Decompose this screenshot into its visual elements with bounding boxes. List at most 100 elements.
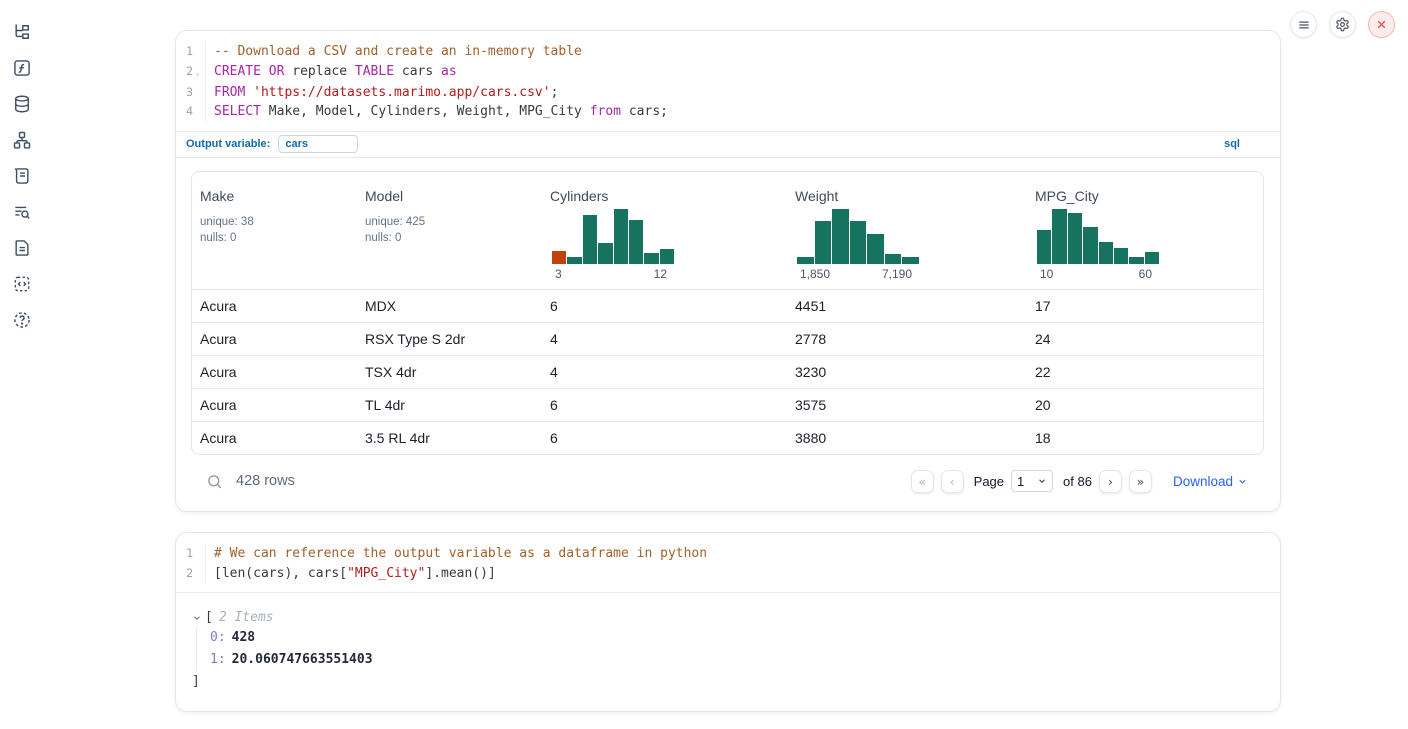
histogram-bar [1129, 257, 1143, 264]
nulls-stat: nulls: 0 [365, 230, 532, 247]
column-header-model[interactable]: Model unique: 425nulls: 0 [357, 172, 542, 289]
code-line: 2 [len(cars), cars["MPG_City"].mean()] [176, 564, 1280, 584]
fold-chevron-icon[interactable]: ⌄ [193, 62, 202, 83]
scroll-logs-icon[interactable] [12, 166, 32, 186]
histogram-bar [644, 253, 658, 264]
column-header-weight[interactable]: Weight 1,8507,190 [787, 172, 1027, 289]
help-circle-icon[interactable] [12, 310, 32, 330]
hist-max-label: 60 [1139, 267, 1152, 281]
column-header-make[interactable]: Make unique: 38nulls: 0 [192, 172, 357, 289]
first-page-button[interactable]: « [911, 470, 934, 493]
item-value: 428 [226, 630, 255, 645]
histogram-bar [1052, 209, 1066, 264]
of-pages-label: of 86 [1063, 474, 1092, 489]
code-line: 1 -- Download a CSV and create an in-mem… [176, 42, 1280, 62]
cylinders-histogram[interactable] [552, 209, 674, 264]
table-header-row: Make unique: 38nulls: 0 Model unique: 42… [192, 172, 1263, 289]
sql-result-table-output: Make unique: 38nulls: 0 Model unique: 42… [176, 158, 1280, 493]
weight-histogram[interactable] [797, 209, 919, 264]
histogram-bar [1068, 213, 1082, 264]
file-tree-icon[interactable] [12, 22, 32, 42]
function-square-icon[interactable] [12, 58, 32, 78]
pagination: « ‹ Page 1 of 86 › » Download [911, 470, 1248, 493]
settings-gear-button[interactable] [1329, 11, 1356, 38]
menu-button[interactable] [1290, 11, 1317, 38]
python-output-tree: [ 2 Items 0:428 1:20.060747663551403 ] [176, 593, 1280, 692]
column-header-cylinders[interactable]: Cylinders 312 [542, 172, 787, 289]
tree-item: 1:20.060747663551403 [210, 649, 1264, 671]
chevron-down-icon [1237, 476, 1248, 487]
hist-max-label: 12 [654, 267, 667, 281]
code-line: 3 FROM 'https://datasets.marimo.app/cars… [176, 83, 1280, 103]
open-bracket: [ [205, 610, 213, 625]
search-icon[interactable] [206, 473, 223, 490]
page-select[interactable]: 1 [1011, 470, 1053, 492]
table-row[interactable]: AcuraTL 4dr6357520 [192, 388, 1263, 421]
column-header-mpg-city[interactable]: MPG_City 1060 [1027, 172, 1263, 289]
database-icon[interactable] [12, 94, 32, 114]
items-count-label: 2 Items [213, 610, 274, 625]
prev-page-button[interactable]: ‹ [941, 470, 964, 493]
histogram-bar [797, 257, 814, 264]
histogram-bar [1099, 242, 1113, 264]
hist-min-label: 10 [1040, 267, 1053, 281]
histogram-bar [1145, 252, 1159, 264]
list-search-icon[interactable] [12, 202, 32, 222]
hist-min-label: 3 [555, 267, 562, 281]
histogram-bar [850, 221, 867, 264]
hist-max-label: 7,190 [882, 267, 912, 281]
chevron-down-icon [1037, 474, 1047, 489]
table-row[interactable]: AcuraTSX 4dr4323022 [192, 355, 1263, 388]
histogram-bar [552, 251, 566, 264]
histogram-bar [902, 257, 919, 264]
histogram-bar [567, 257, 581, 264]
download-button[interactable]: Download [1173, 474, 1248, 489]
hist-min-label: 1,850 [800, 267, 830, 281]
mpg-city-histogram[interactable] [1037, 209, 1159, 264]
item-key: 1: [210, 652, 226, 667]
tree-item: 0:428 [210, 627, 1264, 649]
histogram-bar [614, 209, 628, 264]
next-page-button[interactable]: › [1099, 470, 1122, 493]
code-line: 4 SELECT Make, Model, Cylinders, Weight,… [176, 102, 1280, 122]
unique-stat: unique: 38 [200, 214, 347, 231]
histogram-bar [583, 215, 597, 263]
output-variable-input[interactable] [278, 135, 358, 153]
tree-items: 0:428 1:20.060747663551403 [196, 627, 1264, 671]
item-key: 0: [210, 630, 226, 645]
python-cell: 1 # We can reference the output variable… [175, 532, 1281, 712]
python-code-editor[interactable]: 1 # We can reference the output variable… [176, 533, 1280, 592]
histogram-bar [832, 209, 849, 264]
histogram-bar [815, 221, 832, 264]
code-snippet-icon[interactable] [12, 274, 32, 294]
histogram-bar [1083, 227, 1097, 264]
sql-cell: 1 -- Download a CSV and create an in-mem… [175, 30, 1281, 512]
nulls-stat: nulls: 0 [200, 230, 347, 247]
table-footer: 428 rows « ‹ Page 1 of 86 › » Download [191, 455, 1264, 493]
sql-code-editor[interactable]: 1 -- Download a CSV and create an in-mem… [176, 31, 1280, 131]
table-row[interactable]: Acura3.5 RL 4dr6388018 [192, 421, 1263, 454]
document-icon[interactable] [12, 238, 32, 258]
left-sidebar [0, 0, 44, 729]
histogram-bar [885, 254, 902, 264]
row-count: 428 rows [236, 473, 295, 489]
shutdown-close-button[interactable] [1368, 11, 1395, 38]
histogram-bar [629, 220, 643, 264]
histogram-bar [598, 243, 612, 264]
output-variable-bar: Output variable: sql [176, 131, 1280, 158]
language-badge[interactable]: sql [1224, 138, 1240, 150]
histogram-bar [1037, 230, 1051, 264]
output-variable-label: Output variable: [186, 138, 270, 150]
window-controls [1290, 11, 1395, 38]
last-page-button[interactable]: » [1129, 470, 1152, 493]
close-bracket: ] [192, 671, 1264, 692]
tree-root: [ 2 Items [192, 610, 1264, 625]
dependency-graph-icon[interactable] [12, 130, 32, 150]
code-line: 1 # We can reference the output variable… [176, 544, 1280, 564]
collapse-chevron-icon[interactable] [192, 613, 202, 623]
table-row[interactable]: AcuraRSX Type S 2dr4277824 [192, 322, 1263, 355]
table-row[interactable]: AcuraMDX6445117 [192, 289, 1263, 322]
item-value: 20.060747663551403 [226, 652, 373, 667]
code-line: 2⌄ CREATE OR replace TABLE cars as [176, 62, 1280, 83]
histogram-bar [660, 249, 674, 263]
